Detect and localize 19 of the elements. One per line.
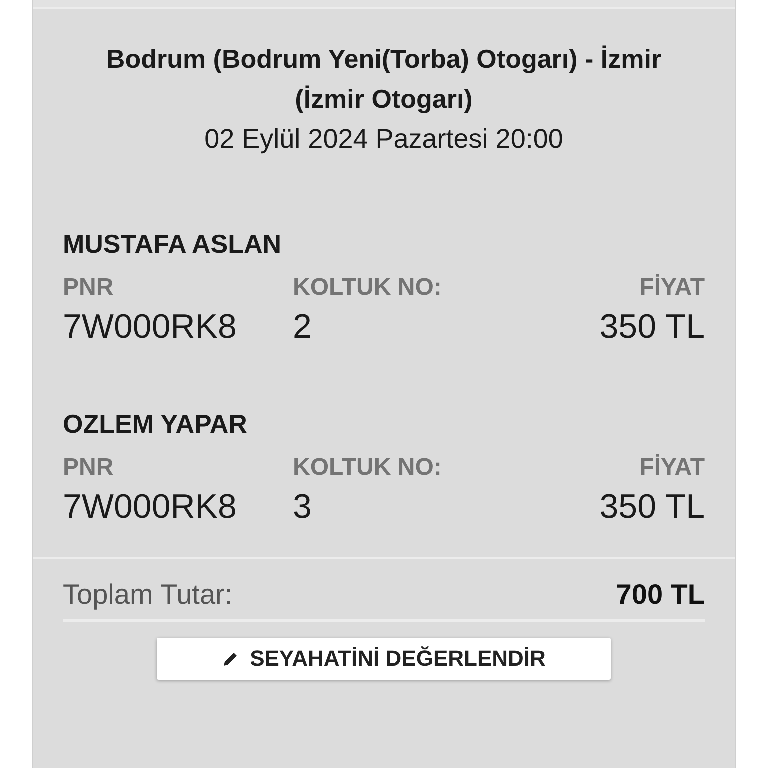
pnr-value: 7W000RK8 bbox=[63, 488, 238, 527]
rate-trip-button[interactable]: SEYAHATİNİ DEĞERLENDİR bbox=[157, 638, 611, 680]
price-label: FİYAT bbox=[638, 454, 705, 482]
price-value: 350 TL bbox=[600, 488, 705, 527]
price-label: FİYAT bbox=[638, 274, 705, 302]
seat-label: KOLTUK NO: bbox=[293, 454, 443, 482]
departure-datetime: 02 Eylül 2024 Pazartesi 20:00 bbox=[204, 123, 564, 156]
pnr-value: 7W000RK8 bbox=[63, 308, 238, 347]
route-title: Bodrum (Bodrum Yeni(Torba) Otogarı) - İzmir (İzmir Otogarı) bbox=[105, 43, 663, 116]
total-amount: 700 TL bbox=[616, 579, 705, 611]
pnr-label: PNR bbox=[63, 454, 115, 482]
price-value: 350 TL bbox=[600, 308, 705, 347]
seat-number: 3 bbox=[293, 488, 313, 527]
total-label: Toplam Tutar: bbox=[63, 579, 233, 611]
pnr-label: PNR bbox=[63, 274, 115, 302]
passenger-name: MUSTAFA ASLAN bbox=[63, 229, 283, 260]
passenger-name: OZLEM YAPAR bbox=[63, 409, 248, 440]
seat-label: KOLTUK NO: bbox=[293, 274, 443, 302]
seat-number: 2 bbox=[293, 308, 313, 347]
